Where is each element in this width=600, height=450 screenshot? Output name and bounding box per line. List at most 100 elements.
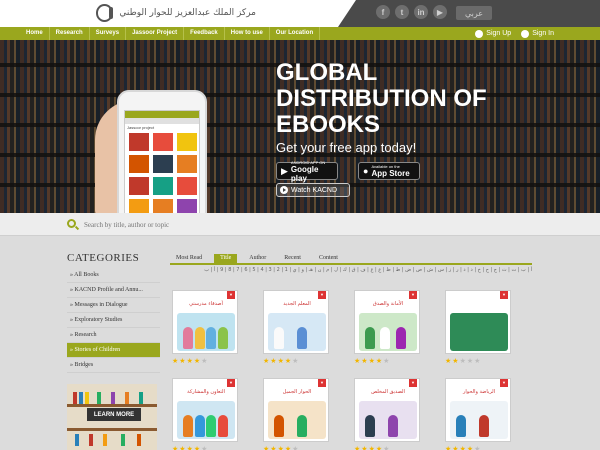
phone-book [177, 155, 197, 173]
category-item[interactable]: » All Books [67, 268, 160, 283]
phone-app-bar [125, 111, 199, 118]
rating-stars: ★ ★ ★ ★ ★ [263, 446, 298, 450]
star-icon: ★ [284, 358, 292, 365]
book-card[interactable]: ▼ أصدقاء مدرستي ★ ★ ★ ★ ★ [170, 290, 240, 367]
book-cover[interactable]: ▼ الصديق المخلص [354, 378, 420, 442]
nav-item-home[interactable]: Home [20, 27, 50, 40]
category-item[interactable]: » Bridges [67, 358, 160, 373]
categories-title: CATEGORIES [67, 252, 140, 264]
tab-most-read[interactable]: Most Read [170, 254, 208, 263]
tab-title[interactable]: Title [214, 254, 238, 263]
nav-item-jassoor-project[interactable]: Jassoor Project [126, 27, 185, 40]
illustration-figure [217, 415, 228, 437]
pdf-icon[interactable]: ▼ [500, 291, 508, 299]
tab-content[interactable]: Content [313, 254, 344, 263]
star-icon: ★ [193, 446, 201, 450]
nav-item-our-location[interactable]: Our Location [270, 27, 321, 40]
watch-label: Watch KACND [291, 186, 338, 194]
learn-more-button[interactable]: LEARN MORE [87, 408, 141, 421]
twitter-icon[interactable]: t [395, 5, 409, 19]
book-cover[interactable]: ▼ أصدقاء مدرستي [172, 290, 238, 354]
book-card[interactable]: ▼ المعلم الجديد ★ ★ ★ ★ ★ [261, 290, 331, 367]
book-illustration [450, 401, 508, 439]
illustration-figure [388, 415, 398, 437]
google-play-button[interactable]: ▶ ANDROID APP ON Google play [276, 160, 338, 183]
book-card[interactable]: ▼ الأمانة والصدق ★ ★ ★ ★ ★ [352, 290, 422, 367]
category-item[interactable]: » Research [67, 328, 160, 343]
category-item[interactable]: » Messages in Dialogue [67, 298, 160, 313]
pdf-icon[interactable]: ▼ [318, 379, 326, 387]
pdf-icon[interactable]: ▼ [409, 291, 417, 299]
book-card[interactable]: ▼ الصديق المخلص ★ ★ ★ ★ ★ [352, 378, 422, 450]
illustration-figure [297, 415, 307, 437]
book-card[interactable]: ▼ التعاون والمشاركة ★ ★ ★ ★ ★ [170, 378, 240, 450]
language-button[interactable]: عربي [456, 6, 492, 20]
shelf-book [89, 434, 93, 446]
star-icon: ★ [474, 358, 481, 365]
app-store-text: Available on the App Store [371, 164, 409, 178]
book-cover[interactable]: ▼ الأمانة والصدق [354, 290, 420, 354]
signup-link[interactable]: Sign Up [475, 27, 511, 40]
book-cover[interactable]: ▼ الحوار الجميل [263, 378, 329, 442]
nav-item-how-to-use[interactable]: How to use [225, 27, 270, 40]
illustration-figure [380, 327, 391, 349]
book-cover-title: المعلم الجديد [283, 301, 311, 307]
illustration-figure [274, 415, 284, 437]
nav-item-feedback[interactable]: Feedback [184, 27, 225, 40]
logo-icon [96, 4, 114, 22]
alphabet-filter[interactable]: أ | ب | ت | ث | ج | ح | خ | د | ذ | ر | … [178, 266, 532, 274]
rating-stars: ★ ★ ★ ★ ★ [172, 358, 207, 365]
book-cover[interactable]: ▼ التعاون والمشاركة [172, 378, 238, 442]
shelf [67, 428, 157, 431]
tab-recent[interactable]: Recent [278, 254, 307, 263]
shelf [67, 404, 157, 407]
rating-stars: ★ ★ ★ ★ ★ [354, 446, 389, 450]
nav-item-research[interactable]: Research [50, 27, 90, 40]
pdf-icon[interactable]: ▼ [500, 379, 508, 387]
user-icon [521, 29, 530, 38]
facebook-icon[interactable]: f [376, 5, 390, 19]
main-nav: Home Research Surveys Jassoor Project Feedba… [0, 27, 600, 40]
app-store-button[interactable]: ● Available on the App Store [358, 162, 420, 180]
book-cover[interactable]: ▼ الرياضة والحوار [445, 378, 511, 442]
youtube-icon[interactable]: ▶ [433, 5, 447, 19]
book-illustration [268, 401, 326, 439]
tab-author[interactable]: Author [243, 254, 272, 263]
book-cover-title: الأمانة والصدق [372, 301, 404, 307]
pdf-icon[interactable]: ▼ [409, 379, 417, 387]
book-card[interactable]: ▼ الحوار الجميل ★ ★ ★ ★ ★ [261, 378, 331, 450]
category-item[interactable]: » KACND Profile and Annu... [67, 283, 160, 298]
learn-more-banner[interactable]: LEARN MORE [67, 384, 157, 450]
rating-stars: ★ ★ ★ ★ ★ [354, 358, 389, 365]
book-card[interactable]: ▼ ★ ★ ★ ★ ★ [443, 290, 513, 367]
book-card[interactable]: ▼ الرياضة والحوار ★ ★ ★ ★ ★ [443, 378, 513, 450]
star-icon: ★ [277, 446, 284, 450]
phone-book [129, 177, 149, 195]
category-item[interactable]: » Exploratory Studies [67, 313, 160, 328]
phone-book-grid [125, 131, 199, 213]
auth-links: Sign Up Sign In [475, 27, 554, 40]
site-logo[interactable]: مركز الملك عبدالعزيز للحوار الوطني [96, 3, 256, 23]
signin-link[interactable]: Sign In [521, 27, 554, 40]
linkedin-icon[interactable]: in [414, 5, 428, 19]
book-cover-title: أصدقاء مدرستي [189, 301, 223, 307]
star-icon: ★ [375, 358, 383, 365]
illustration-figure [183, 415, 193, 437]
phone-book [129, 199, 149, 213]
shelf-book [137, 434, 141, 446]
phone-book [129, 133, 149, 151]
search-input[interactable] [84, 218, 534, 231]
watch-video-button[interactable]: Watch KACND [276, 183, 350, 197]
shelf-book [73, 392, 77, 404]
book-cover-title: الحوار الجميل [282, 389, 312, 395]
book-cover[interactable]: ▼ المعلم الجديد [263, 290, 329, 354]
star-icon: ★ [277, 358, 284, 365]
category-item[interactable]: » Stories of Children [67, 343, 160, 358]
pdf-icon[interactable]: ▼ [318, 291, 326, 299]
pdf-icon[interactable]: ▼ [227, 379, 235, 387]
pdf-icon[interactable]: ▼ [227, 291, 235, 299]
search-icon[interactable] [67, 219, 76, 228]
book-cover[interactable]: ▼ [445, 290, 511, 354]
rating-stars: ★ ★ ★ ★ ★ [263, 358, 298, 365]
nav-item-surveys[interactable]: Surveys [90, 27, 127, 40]
